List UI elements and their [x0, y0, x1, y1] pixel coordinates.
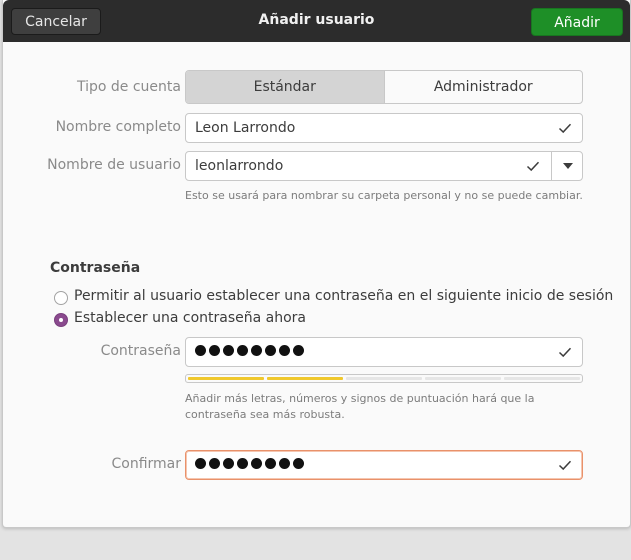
radio-button-later[interactable]: [54, 291, 68, 305]
full-name-label: Nombre completo: [55, 119, 181, 135]
mask-dot: [265, 345, 276, 356]
mask-dot: [251, 345, 262, 356]
checkmark-icon: [558, 460, 572, 471]
radio-later-label: Permitir al usuario establecer una contr…: [74, 288, 614, 304]
password-field[interactable]: [185, 337, 583, 367]
password-section-title: Contraseña: [50, 260, 141, 276]
mask-dot: [293, 458, 304, 469]
strength-segment: [188, 377, 264, 380]
strength-segment: [267, 377, 343, 380]
username-label: Nombre de usuario: [47, 157, 181, 173]
radio-now-label: Establecer una contraseña ahora: [74, 310, 307, 326]
mask-dot: [195, 345, 206, 356]
full-name-field[interactable]: Leon Larrondo: [185, 113, 583, 143]
mask-dot: [237, 345, 248, 356]
password-hint: Añadir más letras, números y signos de p…: [185, 392, 535, 421]
checkmark-icon: [558, 123, 572, 134]
checkmark-icon: [526, 161, 540, 172]
mask-dot: [279, 458, 290, 469]
username-value: leonlarrondo: [195, 158, 284, 174]
strength-segment: [425, 377, 501, 380]
strength-segment: [504, 377, 580, 380]
mask-dot: [265, 458, 276, 469]
account-type-standard-button[interactable]: Estándar: [186, 71, 385, 103]
confirm-mask: [195, 458, 304, 469]
add-button[interactable]: Añadir: [531, 8, 623, 36]
mask-dot: [293, 345, 304, 356]
account-type-selector: Estándar Administrador: [185, 70, 583, 104]
checkmark-icon: [558, 347, 572, 358]
account-type-label: Tipo de cuenta: [77, 79, 181, 95]
mask-dot: [209, 458, 220, 469]
radio-button-now[interactable]: [54, 313, 68, 327]
confirm-password-field[interactable]: [185, 450, 583, 480]
strength-segment: [346, 377, 422, 380]
password-mask: [195, 345, 304, 356]
full-name-value: Leon Larrondo: [195, 120, 296, 136]
account-type-admin-button[interactable]: Administrador: [385, 71, 583, 103]
mask-dot: [195, 458, 206, 469]
header-bar: Cancelar Añadir usuario Añadir: [3, 0, 630, 42]
password-label: Contraseña: [100, 343, 181, 359]
username-field[interactable]: leonlarrondo: [185, 151, 583, 181]
mask-dot: [223, 345, 234, 356]
username-dropdown-button[interactable]: [551, 151, 583, 181]
mask-dot: [251, 458, 262, 469]
chevron-down-icon: [563, 163, 573, 169]
mask-dot: [223, 458, 234, 469]
add-user-dialog: Cancelar Añadir usuario Añadir Tipo de c…: [2, 0, 631, 528]
password-strength-meter: [185, 374, 583, 383]
mask-dot: [237, 458, 248, 469]
confirm-label: Confirmar: [111, 456, 181, 472]
username-hint: Esto se usará para nombrar su carpeta pe…: [185, 189, 583, 202]
mask-dot: [209, 345, 220, 356]
mask-dot: [279, 345, 290, 356]
